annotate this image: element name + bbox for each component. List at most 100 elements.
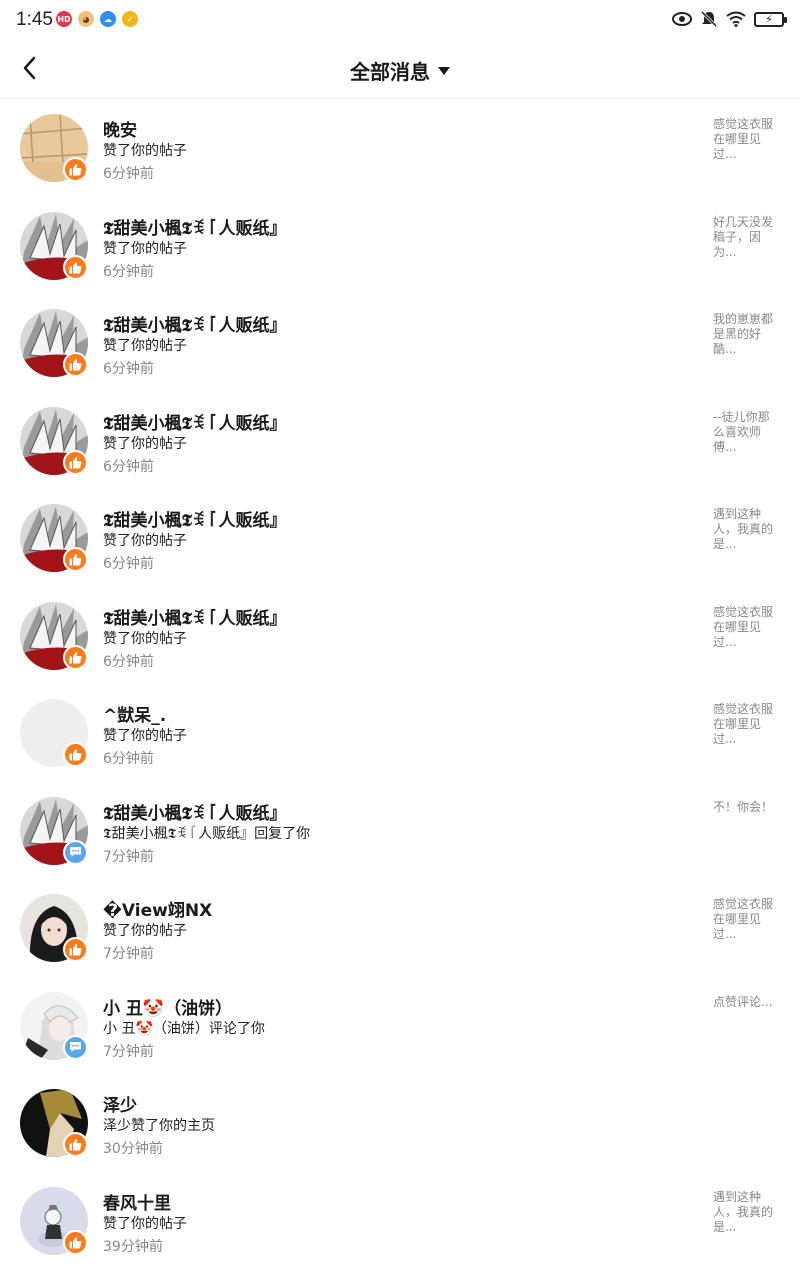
thumbs-up-icon (69, 651, 82, 663)
message-filter-dropdown[interactable]: 全部消息 (0, 56, 800, 85)
avatar-container[interactable] (20, 601, 88, 670)
eye-icon (672, 12, 692, 26)
like-badge (63, 157, 88, 182)
like-badge (63, 644, 88, 670)
message-list-item[interactable]: 𝕿甜美小楓𝕿ꉂ『人贩纸』 𝕿甜美小楓𝕿ꉂ『人贩纸』回复了你 7分钟前 不！你会！ (0, 783, 800, 881)
like-badge (63, 937, 88, 962)
post-preview: --徒儿你那么喜欢师傅... (713, 409, 770, 454)
thumbs-up-icon (69, 358, 82, 371)
message-list-item[interactable]: ^獃呆_. 赞了你的帖子 6分钟前 感觉这衣服在哪里见过... (0, 685, 800, 783)
message-time: 6分钟前 (103, 556, 154, 572)
message-list-item[interactable]: 𝕿甜美小楓𝕿ꉂ『人贩纸』 赞了你的帖子 6分钟前 好几天没发稿子，因为... (0, 198, 800, 296)
post-preview: 不！你会！ (713, 799, 774, 814)
message-time: 7分钟前 (103, 946, 154, 962)
message-list-item[interactable]: 𝕿甜美小楓𝕿ꉂ『人贩纸』赞了你的帖子 6分钟前 遇到这种人，我真的是... (0, 490, 800, 588)
post-preview: 遇到这种人，我真的是... (713, 1189, 774, 1234)
avatar-container[interactable] (20, 1089, 88, 1157)
post-preview: 感觉这衣服在哪里见过... (713, 117, 774, 161)
status-app-icons: HD ◕ ☁ ✓ (56, 11, 138, 27)
post-preview: 我的崽崽都是黑的好酷... (713, 312, 774, 356)
message-action: 赞了你的帖子 (103, 630, 187, 647)
thumbs-up-icon (69, 163, 82, 176)
message-time: 39分钟前 (103, 1238, 163, 1255)
post-preview: 感觉这衣服在哪里见过... (713, 897, 774, 941)
thumbs-up-icon (69, 456, 82, 468)
avatar-container[interactable] (20, 894, 88, 962)
comment-bubble-icon (70, 847, 81, 857)
page-title: 全部消息 (350, 60, 430, 84)
post-preview: 感觉这衣服在哪里见过... (713, 702, 774, 746)
sender-name[interactable]: 泽少 (103, 1091, 137, 1116)
sender-name[interactable]: 𝕿甜美小楓𝕿ꉂ『人贩纸』 (103, 311, 286, 336)
message-list-item[interactable]: 泽少 泽少赞了你的主页 30分钟前 (0, 1075, 800, 1173)
message-time: 7分钟前 (103, 1043, 154, 1060)
sender-name[interactable]: �View翊NX (103, 896, 212, 921)
message-action: 赞了你的帖子 (103, 533, 187, 549)
post-preview: 遇到这种人，我真的是... (713, 507, 774, 551)
like-badge (63, 742, 88, 767)
message-list-item[interactable]: 𝕿甜美小楓𝕿ꉂ『人贩纸』 赞了你的帖子 6分钟前 感觉这衣服在哪里见过... (0, 588, 800, 686)
message-list-item[interactable]: 晚安赞了你的帖子 6分钟前 感觉这衣服在哪里见过... (0, 100, 800, 198)
message-time: 6分钟前 (103, 166, 154, 182)
sender-name[interactable]: 𝕿甜美小楓𝕿ꉂ『人贩纸』 (103, 409, 286, 434)
message-time: 6分钟前 (103, 751, 154, 767)
avatar-container[interactable] (20, 699, 88, 767)
hdr-badge-icon: HD (56, 11, 72, 27)
status-time: 1:45 (16, 9, 53, 30)
message-action: 赞了你的帖子 (103, 338, 187, 354)
wifi-icon (726, 11, 746, 27)
message-time: 6分钟前 (103, 458, 154, 475)
avatar-container[interactable] (20, 1186, 88, 1255)
message-time: 6分钟前 (103, 263, 154, 280)
message-action: 赞了你的帖子 (103, 1215, 187, 1232)
avatar-container[interactable] (20, 504, 88, 572)
message-action: 小 丑🤡（油饼）评论了你 (103, 1020, 265, 1037)
avatar-container[interactable] (20, 796, 88, 865)
caret-down-icon (438, 66, 450, 75)
like-badge (63, 1229, 88, 1255)
message-time: 6分钟前 (103, 361, 154, 377)
status-right-icons: ⚡ (672, 10, 787, 28)
avatar-container[interactable] (20, 211, 88, 280)
sender-name[interactable]: 小 丑🤡（油饼） (103, 994, 232, 1019)
comment-badge (63, 839, 88, 865)
post-preview: 点赞评论... (713, 994, 773, 1009)
status-bar: 1:45 HD ◕ ☁ ✓ ⚡ (0, 0, 800, 40)
sender-name[interactable]: 𝕿甜美小楓𝕿ꉂ『人贩纸』 (103, 214, 286, 239)
message-action: 赞了你的帖子 (103, 240, 187, 257)
message-action: 赞了你的帖子 (103, 923, 187, 939)
message-action: 赞了你的帖子 (103, 728, 187, 744)
message-list-item[interactable]: 𝕿甜美小楓𝕿ꉂ『人贩纸』 赞了你的帖子 6分钟前 --徒儿你那么喜欢师傅... (0, 393, 800, 491)
mute-bell-icon (700, 10, 718, 28)
like-badge (63, 1132, 88, 1157)
sender-name[interactable]: ^獃呆_. (103, 701, 166, 726)
battery-charging-icon: ⚡ (754, 11, 787, 27)
message-list-item[interactable]: 𝕿甜美小楓𝕿ꉂ『人贩纸』赞了你的帖子 6分钟前 我的崽崽都是黑的好酷... (0, 295, 800, 393)
avatar-container[interactable] (20, 406, 88, 475)
sender-name[interactable]: 𝕿甜美小楓𝕿ꉂ『人贩纸』 (103, 799, 286, 824)
thumbs-up-icon (69, 943, 82, 956)
comment-badge (63, 1034, 88, 1060)
comment-bubble-icon (70, 1042, 81, 1052)
thumbs-up-icon (69, 1138, 82, 1151)
like-badge (63, 254, 88, 280)
sender-name[interactable]: 春风十里 (103, 1189, 171, 1214)
avatar-container[interactable] (20, 114, 88, 182)
avatar-container[interactable] (20, 991, 88, 1060)
message-list-item[interactable]: 春风十里 赞了你的帖子 39分钟前 遇到这种人，我真的是... (0, 1173, 800, 1271)
message-action: 泽少赞了你的主页 (103, 1118, 215, 1134)
sender-name[interactable]: 晚安 (103, 116, 137, 141)
message-list-item[interactable]: �View翊NX 赞了你的帖子 7分钟前 感觉这衣服在哪里见过... (0, 880, 800, 978)
message-time: 6分钟前 (103, 653, 154, 670)
message-list: 晚安 赞了你的帖子 6分钟前 感觉这衣服在哪里见过... 𝕿甜美小楓𝕿ꉂ『人贩纸』 赞了你… (0, 100, 800, 1270)
message-action: 赞了你的帖子 (103, 143, 187, 159)
message-action: 𝕿甜美小楓𝕿ꉂ『人贩纸』回复了你 (103, 825, 311, 842)
like-badge (63, 352, 88, 377)
avatar-container[interactable] (20, 309, 88, 377)
sender-name[interactable]: 𝕿甜美小楓𝕿ꉂ『人贩纸』 (103, 604, 286, 629)
post-preview: 好几天没发稿子，因为... (713, 214, 774, 259)
message-list-item[interactable]: 小 丑🤡（油饼）小 丑🤡（油饼）评论了你 7分钟前 点赞评论... (0, 978, 800, 1076)
like-badge (63, 547, 88, 572)
message-action: 赞了你的帖子 (103, 435, 187, 452)
sender-name[interactable]: 𝕿甜美小楓𝕿ꉂ『人贩纸』 (103, 506, 286, 531)
